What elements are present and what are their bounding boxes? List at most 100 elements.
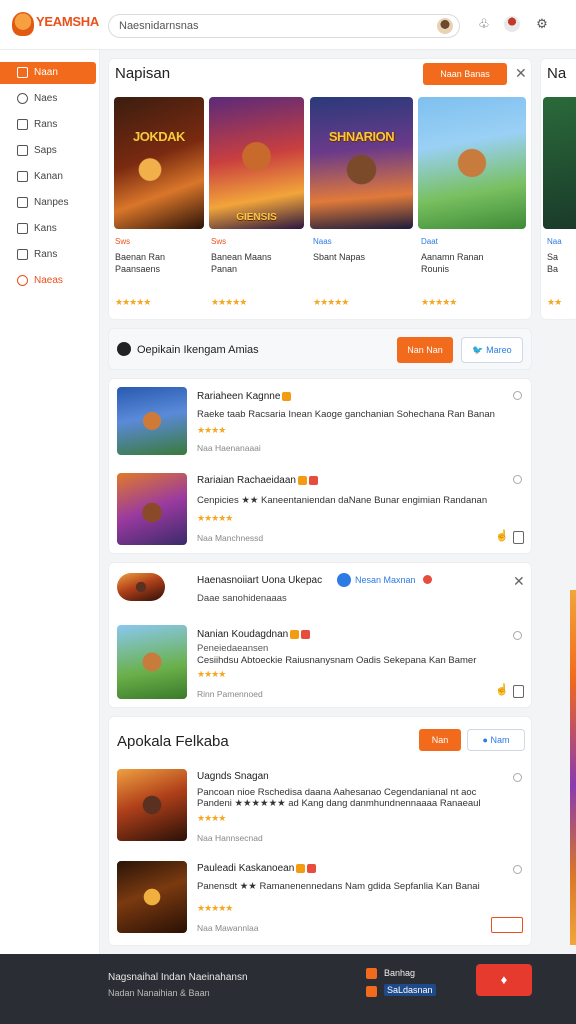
like-icon[interactable]: ☝ bbox=[495, 529, 509, 542]
footer-subtitle: Nadan Nanaihian & Baan bbox=[108, 988, 210, 998]
game-name[interactable]: Aanamn Ranan bbox=[421, 251, 484, 263]
bookmark-icon[interactable] bbox=[513, 391, 522, 400]
sidebar-item-kans[interactable]: Kans bbox=[0, 218, 96, 240]
list-item-title[interactable]: Rariaian Rachaeidaan bbox=[197, 475, 318, 486]
alert-icon bbox=[423, 575, 432, 584]
footer-link-2[interactable]: SaLdasnan bbox=[384, 984, 436, 996]
list-item-title[interactable]: Nanian Koudagdnan bbox=[197, 629, 311, 640]
list-item-title[interactable]: Rariaheen Kagnne bbox=[197, 391, 292, 402]
user-avatar-icon[interactable] bbox=[504, 16, 520, 32]
game-thumbnail[interactable] bbox=[117, 861, 187, 933]
primary-button[interactable]: Nan bbox=[419, 729, 461, 751]
sidebar-item-kanan[interactable]: Kanan bbox=[0, 166, 96, 188]
bookmark-icon[interactable] bbox=[513, 475, 522, 484]
logo-text[interactable]: YEAMSHA bbox=[36, 14, 99, 29]
game-name[interactable]: Baenan Ran bbox=[115, 251, 165, 263]
sidebar-item-label: Rans bbox=[34, 119, 58, 130]
secondary-button[interactable]: ● Nam bbox=[467, 729, 525, 751]
bookmark-icon[interactable] bbox=[513, 865, 522, 874]
button-label: Nan Nan bbox=[407, 345, 443, 355]
list-item-meta: Rinn Pamennoed bbox=[197, 689, 263, 699]
list-item-desc: Cenpicies ★★ Kaneentaniendan daNane Buna… bbox=[197, 495, 488, 506]
game-name-2: Rounis bbox=[421, 264, 450, 274]
close-icon[interactable]: ✕ bbox=[513, 573, 525, 590]
next-carousel-card[interactable]: Na Naa Sa Ba ★★ bbox=[540, 58, 576, 320]
title-text: Nanian Koudagdnan bbox=[197, 629, 289, 640]
sidebar-item-rans-2[interactable]: Rans bbox=[0, 244, 96, 266]
highlight-box[interactable] bbox=[491, 917, 523, 933]
secondary-button[interactable]: 🐦 Mareo bbox=[461, 337, 523, 363]
list-item-title[interactable]: Uagnds Snagan bbox=[197, 771, 269, 782]
section-apps: Apokala Felkaba Nan ● Nam Uagnds Snagan … bbox=[108, 716, 532, 946]
game-thumbnail[interactable] bbox=[117, 473, 187, 545]
chat-icon bbox=[17, 93, 28, 104]
settings-icon[interactable]: ⚙ bbox=[534, 16, 550, 32]
game-thumbnail[interactable] bbox=[418, 97, 526, 229]
sidebar-item-saps[interactable]: Saps bbox=[0, 140, 96, 162]
info-icon bbox=[117, 342, 131, 356]
next-card-title: Na bbox=[547, 65, 567, 82]
featured-action-button[interactable]: Naan Banas bbox=[423, 63, 507, 85]
sidebar-item-chat[interactable]: Naes bbox=[0, 88, 96, 110]
sidebar-item-home[interactable]: Naan bbox=[0, 62, 96, 84]
promo-title: Haenasnoiiart Uona Ukepac bbox=[197, 575, 323, 586]
download-button[interactable]: ♦ bbox=[476, 964, 532, 996]
game-tag: Naa bbox=[547, 237, 562, 246]
image-icon bbox=[17, 249, 28, 260]
game-name[interactable]: Banean Maans bbox=[211, 251, 272, 263]
game-thumbnail[interactable]: GIENSIS bbox=[209, 97, 304, 229]
bell-icon[interactable]: ♧ bbox=[476, 16, 492, 32]
rating-stars: ★★★★★ bbox=[313, 297, 349, 307]
sidebar-item-naeas[interactable]: Naeas bbox=[0, 270, 96, 292]
thumbnail-title: GIENSIS bbox=[236, 212, 277, 223]
game-name[interactable]: Sbant Napas bbox=[313, 251, 365, 263]
sidebar-item-rans[interactable]: Rans bbox=[0, 114, 96, 136]
game-name-2: Paansaens bbox=[115, 264, 161, 274]
app-store-icon[interactable] bbox=[366, 968, 377, 979]
game-thumbnail[interactable]: SHNARION bbox=[310, 97, 413, 229]
game-thumbnail[interactable] bbox=[117, 769, 187, 841]
game-tag: Daat bbox=[421, 237, 438, 246]
home-icon bbox=[17, 67, 28, 78]
section-header: Oepikain Ikengam Amias Nan Nan 🐦 Mareo bbox=[108, 328, 532, 370]
search-avatar-icon[interactable] bbox=[437, 18, 453, 34]
sidebar-item-nanpes[interactable]: Nanpes bbox=[0, 192, 96, 214]
featured-title: Napisan bbox=[115, 65, 171, 82]
list-item-title[interactable]: Pauleadi Kaskanoean bbox=[197, 863, 317, 874]
play-store-icon[interactable] bbox=[366, 986, 377, 997]
sidebar-item-label: Saps bbox=[34, 145, 57, 156]
footer-link[interactable]: Banhag bbox=[384, 968, 415, 978]
badge-icon bbox=[301, 629, 311, 639]
badge-icon bbox=[282, 391, 292, 401]
game-thumbnail[interactable] bbox=[117, 625, 187, 699]
game-thumbnail[interactable]: JOKDAK bbox=[114, 97, 204, 229]
logo-icon[interactable] bbox=[12, 12, 34, 36]
primary-button[interactable]: Nan Nan bbox=[397, 337, 453, 363]
close-icon[interactable]: ✕ bbox=[515, 65, 527, 82]
title-text: Rariaheen Kagnne bbox=[197, 391, 281, 402]
share-icon[interactable] bbox=[513, 531, 524, 544]
sidebar-item-label: Kans bbox=[34, 223, 57, 234]
share-icon[interactable] bbox=[513, 685, 524, 698]
section-title: Oepikain Ikengam Amias bbox=[137, 344, 259, 356]
search-bar[interactable]: Naesnidarnsnas bbox=[108, 14, 460, 38]
promo-chip[interactable]: Nesan Maxnan bbox=[355, 575, 416, 585]
sidebar-item-label: Naeas bbox=[34, 275, 63, 286]
game-tag: Sws bbox=[211, 237, 227, 246]
search-input[interactable]: Naesnidarnsnas bbox=[119, 20, 199, 32]
bookmark-icon[interactable] bbox=[513, 773, 522, 782]
promo-logo-icon[interactable] bbox=[117, 573, 165, 601]
rating-stars: ★★ bbox=[547, 297, 562, 307]
rating-stars: ★★★★★ bbox=[211, 297, 247, 307]
game-tag: Naas bbox=[313, 237, 332, 246]
list-item-desc: Pancoan nioe Rschedisa daana Aahesanao C… bbox=[197, 787, 477, 798]
tag-icon bbox=[17, 223, 28, 234]
list-item-desc: Cesiihdsu Abtoeckie Raiusnanysnam Oadis … bbox=[197, 655, 477, 666]
game-thumbnail[interactable] bbox=[543, 97, 576, 229]
game-thumbnail[interactable] bbox=[117, 387, 187, 455]
bookmark-icon[interactable] bbox=[513, 631, 522, 640]
promo-card: Haenasnoiiart Uona Ukepac Nesan Maxnan ✕… bbox=[108, 562, 532, 708]
like-icon[interactable]: ☝ bbox=[495, 683, 509, 696]
grid-icon bbox=[17, 171, 28, 182]
badge-icon bbox=[296, 863, 306, 873]
